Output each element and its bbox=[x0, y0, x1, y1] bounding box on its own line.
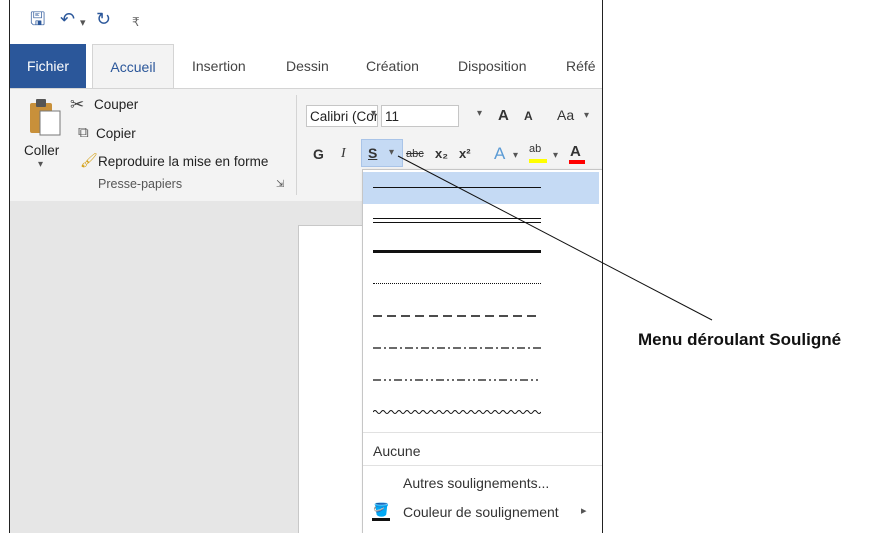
font-color-label: A bbox=[570, 143, 581, 160]
cut-button[interactable]: ✂ Couper bbox=[68, 95, 168, 117]
paintbrush-icon: 🖌 bbox=[80, 152, 98, 168]
menu-separator bbox=[363, 465, 602, 466]
copy-label: Copier bbox=[96, 126, 136, 141]
underline-option-wave[interactable] bbox=[363, 396, 599, 428]
bold-button[interactable]: G bbox=[313, 146, 324, 162]
undo-dropdown-icon[interactable]: ▾ bbox=[80, 14, 86, 32]
underline-option-dotted[interactable] bbox=[363, 268, 599, 300]
format-painter-label: Reproduire la mise en forme bbox=[98, 154, 269, 169]
quick-access-toolbar: 🖫 ↶ ▾ ↻ ₹ bbox=[10, 0, 602, 44]
shrink-font-button[interactable]: A bbox=[524, 109, 533, 123]
highlight-dropdown-icon[interactable]: ▾ bbox=[553, 150, 558, 161]
clipboard-launcher-icon[interactable]: ⇲ bbox=[276, 179, 284, 190]
clipboard-icon bbox=[30, 99, 61, 136]
underline-dropdown-menu: Aucune Autres soulignements... 🪣 Couleur… bbox=[362, 169, 602, 533]
font-size-dropdown-icon[interactable]: ▾ bbox=[477, 108, 482, 119]
tab-layout[interactable]: Disposition bbox=[458, 44, 526, 88]
underline-option-single[interactable] bbox=[363, 172, 599, 204]
font-size-field[interactable]: 11 bbox=[381, 105, 459, 127]
font-color-bar bbox=[569, 160, 585, 164]
tab-home[interactable]: Accueil bbox=[92, 44, 174, 90]
tab-file[interactable]: Fichier bbox=[10, 44, 86, 88]
text-effects-dropdown-icon[interactable]: ▾ bbox=[513, 150, 518, 161]
font-name-field[interactable]: Calibri (Corp bbox=[306, 105, 378, 127]
font-name-value: Calibri (Corp bbox=[310, 109, 378, 124]
underline-option-double[interactable] bbox=[363, 204, 599, 236]
undo-icon[interactable]: ↶ bbox=[60, 10, 75, 28]
redo-icon[interactable]: ↻ bbox=[96, 10, 111, 28]
paste-button[interactable]: Coller ▾ bbox=[20, 95, 66, 177]
ribbon-tabs: Fichier Accueil Insertion Dessin Créatio… bbox=[10, 44, 602, 90]
more-underlines-item[interactable]: Autres soulignements... bbox=[403, 475, 549, 491]
highlight-label: ab bbox=[529, 143, 542, 155]
font-name-dropdown-icon[interactable]: ▾ bbox=[371, 108, 376, 119]
underline-option-dash-dot[interactable] bbox=[363, 332, 599, 364]
grow-font-button[interactable]: A bbox=[498, 107, 509, 124]
cut-label: Couper bbox=[94, 97, 139, 112]
tab-design[interactable]: Création bbox=[366, 44, 419, 88]
subscript-button[interactable]: x₂ bbox=[435, 146, 448, 161]
submenu-arrow-icon: ▸ bbox=[581, 505, 587, 517]
paste-dropdown-icon[interactable]: ▾ bbox=[38, 159, 43, 170]
underline-dropdown-icon[interactable]: ▾ bbox=[389, 147, 394, 158]
copy-button[interactable]: ⧉ Copier bbox=[78, 124, 168, 146]
change-case-dropdown-icon[interactable]: ▾ bbox=[584, 110, 589, 121]
tab-insert[interactable]: Insertion bbox=[192, 44, 246, 88]
underline-option-none[interactable]: Aucune bbox=[373, 443, 420, 459]
italic-button[interactable]: I bbox=[341, 146, 346, 162]
paint-bucket-icon: 🪣 bbox=[373, 502, 390, 517]
text-effects-button[interactable]: A bbox=[494, 144, 505, 164]
font-size-value: 11 bbox=[385, 109, 400, 124]
underline-color-swatch bbox=[372, 518, 390, 521]
menu-separator bbox=[363, 432, 602, 433]
underline-color-item[interactable]: 🪣 Couleur de soulignement ▸ bbox=[363, 500, 599, 526]
highlight-button[interactable]: ab bbox=[527, 141, 549, 165]
customize-qat-icon[interactable]: ₹ bbox=[132, 13, 140, 31]
scissors-icon: ✂ bbox=[70, 95, 85, 114]
change-case-button[interactable]: Aa bbox=[557, 107, 574, 123]
paste-label: Coller bbox=[24, 143, 60, 158]
underline-option-dash-dot-dot[interactable] bbox=[363, 364, 599, 396]
clipboard-group-label: Presse-papiers bbox=[98, 177, 183, 191]
tab-references[interactable]: Réfé bbox=[566, 44, 596, 88]
underline-button[interactable]: S ▾ bbox=[361, 139, 403, 167]
font-color-button[interactable]: A bbox=[568, 141, 588, 165]
superscript-button[interactable]: x² bbox=[459, 146, 471, 161]
underline-color-label: Couleur de soulignement bbox=[403, 504, 559, 520]
save-icon[interactable]: 🖫 bbox=[30, 10, 45, 28]
format-painter-button[interactable]: 🖌 Reproduire la mise en forme bbox=[78, 152, 290, 174]
highlight-color-bar bbox=[529, 159, 547, 163]
underline-label: S bbox=[368, 145, 378, 161]
copy-icon: ⧉ bbox=[78, 124, 89, 141]
underline-option-dashed[interactable] bbox=[363, 300, 599, 332]
group-separator bbox=[296, 95, 297, 195]
underline-option-thick[interactable] bbox=[363, 236, 599, 268]
tab-draw[interactable]: Dessin bbox=[286, 44, 329, 88]
callout-label: Menu déroulant Souligné bbox=[638, 330, 842, 349]
word-window: 🖫 ↶ ▾ ↻ ₹ Fichier Accueil Insertion Dess… bbox=[9, 0, 603, 533]
strikethrough-button[interactable]: abc bbox=[406, 148, 424, 160]
